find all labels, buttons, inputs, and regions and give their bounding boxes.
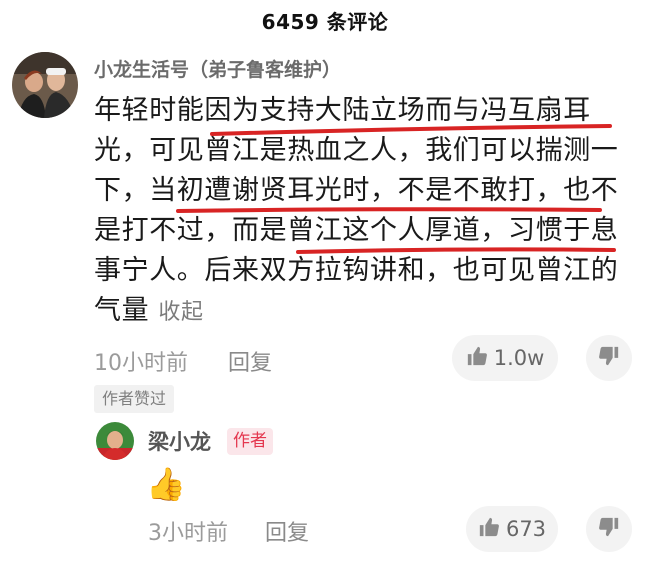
- comment-reply-button[interactable]: 回复: [228, 345, 272, 377]
- reply-reply-button[interactable]: 回复: [265, 515, 309, 547]
- comment-body: 年轻时能因为支持大陆立场而与冯互扇耳光，可见曾江是热血之人，我们可以揣测一下，当…: [94, 95, 619, 326]
- comment-count-title: 6459 条评论: [261, 10, 389, 34]
- author-username[interactable]: 梁小龙: [148, 426, 211, 456]
- reply-dislike-button[interactable]: [586, 506, 632, 552]
- collapse-link[interactable]: 收起: [158, 300, 203, 325]
- thumbs-up-icon: [478, 516, 500, 543]
- author-liked-tag: 作者赞过: [94, 385, 175, 413]
- thumbs-up-icon: [466, 345, 488, 372]
- thumbs-down-icon: [598, 345, 620, 371]
- commenter-avatar[interactable]: [12, 52, 78, 118]
- commenter-username[interactable]: 小龙生活号（弟子鲁客维护）: [94, 55, 341, 82]
- thumbs-down-icon: [598, 516, 620, 542]
- comment-like-count: 1.0w: [493, 346, 545, 370]
- reply-time: 3小时前: [148, 521, 228, 546]
- author-badge: 作者: [227, 428, 273, 455]
- reply-content-thumbs-emoji: 👍: [146, 465, 186, 503]
- comment-time: 10小时前: [94, 351, 188, 376]
- reply-like-button[interactable]: 673: [466, 506, 558, 552]
- author-avatar[interactable]: [96, 422, 134, 460]
- comment-like-button[interactable]: 1.0w: [452, 335, 558, 381]
- reply-like-count: 673: [505, 517, 547, 541]
- comment-dislike-button[interactable]: [586, 335, 632, 381]
- comment-text: 年轻时能因为支持大陆立场而与冯互扇耳光，可见曾江是热血之人，我们可以揣测一下，当…: [94, 91, 634, 333]
